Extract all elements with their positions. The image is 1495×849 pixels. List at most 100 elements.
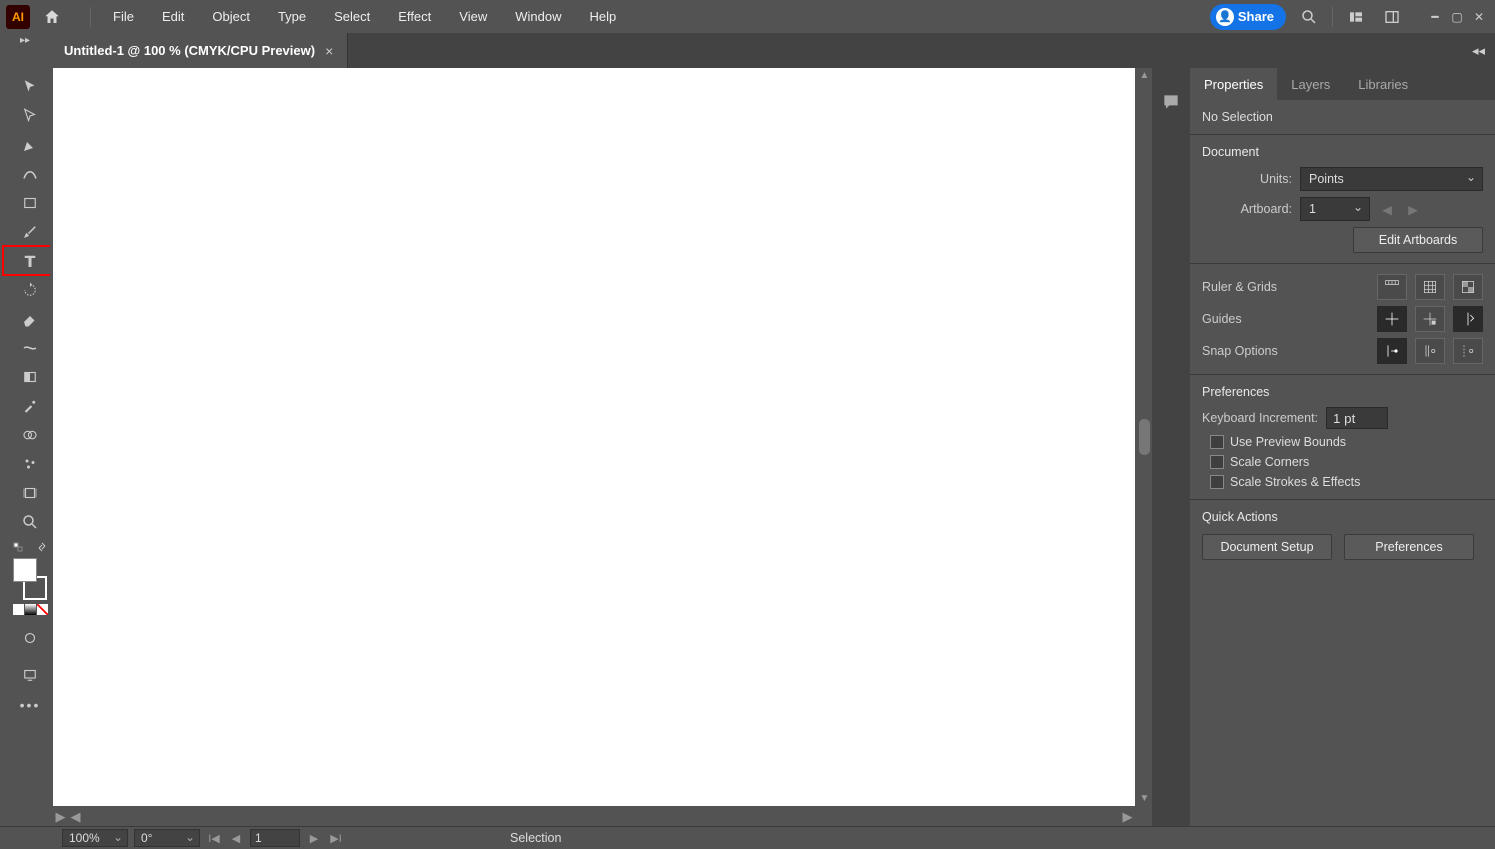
symbol-sprayer-tool[interactable] [15,449,45,478]
window-controls: ━ ▢ ✕ [1425,10,1489,24]
scroll-thumb[interactable] [1139,419,1150,455]
last-artboard-icon[interactable]: ▶I [328,832,344,845]
menu-type[interactable]: Type [264,3,320,30]
menu-items: File Edit Object Type Select Effect View… [99,3,630,30]
color-mode-gradient[interactable] [25,604,36,615]
share-button[interactable]: 👤 Share [1210,4,1286,30]
left-strip[interactable] [0,68,10,826]
direct-selection-tool[interactable] [15,101,45,130]
tab-properties[interactable]: Properties [1190,68,1277,100]
artboard-tool[interactable] [15,478,45,507]
color-mode-none[interactable] [37,604,48,615]
gradient-tool[interactable] [15,362,45,391]
scroll-down-icon[interactable]: ▼ [1137,791,1152,806]
no-selection-label: No Selection [1202,110,1483,124]
snap-point-icon[interactable] [1415,338,1445,364]
menu-help[interactable]: Help [575,3,630,30]
right-dock [1152,68,1190,826]
rectangle-tool[interactable] [15,188,45,217]
minimize-button[interactable]: ━ [1425,10,1445,24]
prev-artboard-icon[interactable]: ◀ [228,832,244,845]
close-button[interactable]: ✕ [1469,10,1489,24]
type-tool[interactable] [3,246,57,275]
artboard-prev-icon[interactable]: ◀ [1378,202,1396,217]
hscroll-play-icon[interactable]: ▶ [53,809,68,825]
units-select[interactable]: Points [1300,167,1483,191]
width-tool[interactable] [15,333,45,362]
transparency-grid-icon[interactable] [1453,274,1483,300]
canvas-area: ▲ ▼ ▶ ◀▶ [50,68,1152,826]
panel-collapse-icon[interactable]: ◂◂ [1462,33,1495,68]
lock-guides-icon[interactable] [1415,306,1445,332]
edit-artboards-button[interactable]: Edit Artboards [1353,227,1483,253]
comments-icon[interactable] [1157,88,1185,116]
shape-builder-tool[interactable] [15,420,45,449]
snap-grid-icon[interactable] [1453,338,1483,364]
screen-mode-icon[interactable] [15,660,45,689]
grid-icon[interactable] [1415,274,1445,300]
edit-toolbar-icon[interactable]: ••• [20,697,41,713]
tab-libraries[interactable]: Libraries [1344,68,1422,100]
fill-stroke-swatch[interactable] [13,558,47,600]
next-artboard-icon[interactable]: ▶ [306,832,322,845]
menu-view[interactable]: View [445,3,501,30]
artboard-next-icon[interactable]: ▶ [1404,202,1422,217]
menu-window[interactable]: Window [501,3,575,30]
show-guides-icon[interactable] [1377,306,1407,332]
ruler-icon[interactable] [1377,274,1407,300]
hscroll-right-icon[interactable]: ▶ [1120,809,1135,825]
rotate-tool[interactable] [15,275,45,304]
main: ••• ▲ ▼ ▶ ◀▶ Properties Layers Libraries… [0,68,1495,826]
curvature-tool[interactable] [15,159,45,188]
document-setup-button[interactable]: Document Setup [1202,534,1332,560]
artboard-nav-input[interactable] [250,829,300,847]
scale-corners-checkbox[interactable]: Scale Corners [1210,455,1483,469]
draw-mode-icon[interactable] [15,623,45,652]
document-tab[interactable]: Untitled-1 @ 100 % (CMYK/CPU Preview) × [50,33,348,68]
zoom-select[interactable]: 100% [62,829,128,847]
scale-strokes-checkbox[interactable]: Scale Strokes & Effects [1210,475,1483,489]
separator [1332,7,1333,27]
selection-tool[interactable] [15,72,45,101]
artboard-canvas[interactable] [53,68,1135,806]
eyedropper-tool[interactable] [15,391,45,420]
workspace-icon[interactable] [1379,4,1405,30]
rotate-select[interactable]: 0° [134,829,200,847]
separator [90,7,91,27]
color-mode-solid[interactable] [13,604,24,615]
menu-edit[interactable]: Edit [148,3,198,30]
maximize-button[interactable]: ▢ [1447,10,1467,24]
pen-tool[interactable] [15,130,45,159]
keyboard-increment-input[interactable] [1326,407,1388,429]
paintbrush-tool[interactable] [15,217,45,246]
tab-title: Untitled-1 @ 100 % (CMYK/CPU Preview) [64,43,315,58]
tab-layers[interactable]: Layers [1277,68,1344,100]
menu-effect[interactable]: Effect [384,3,445,30]
horizontal-scrollbar[interactable]: ▶ ◀▶ [53,808,1135,826]
menu-select[interactable]: Select [320,3,384,30]
arrange-icon[interactable] [1343,4,1369,30]
eraser-tool[interactable] [15,304,45,333]
quick-actions-label: Quick Actions [1202,510,1483,524]
hscroll-left-icon[interactable]: ◀ [68,809,83,825]
scroll-up-icon[interactable]: ▲ [1137,68,1152,83]
swap-fill-stroke[interactable] [13,542,47,552]
tab-close-icon[interactable]: × [325,43,333,59]
smart-guides-icon[interactable] [1453,306,1483,332]
menu-object[interactable]: Object [198,3,264,30]
snap-pixel-icon[interactable] [1377,338,1407,364]
panel-tabs: Properties Layers Libraries [1190,68,1495,100]
menubar: AI File Edit Object Type Select Effect V… [0,0,1495,33]
first-artboard-icon[interactable]: I◀ [206,832,222,845]
preferences-button[interactable]: Preferences [1344,534,1474,560]
home-icon[interactable] [40,5,64,29]
artboard-select[interactable]: 1 [1300,197,1370,221]
menu-file[interactable]: File [99,3,148,30]
vertical-scrollbar[interactable]: ▲ ▼ [1137,68,1152,806]
use-preview-bounds-checkbox[interactable]: Use Preview Bounds [1210,435,1483,449]
zoom-tool[interactable] [15,507,45,536]
expand-toolbar-icon[interactable]: ▸▸ [20,35,30,46]
search-icon[interactable] [1296,4,1322,30]
document-section-label: Document [1202,145,1483,159]
fill-swatch[interactable] [13,558,37,582]
